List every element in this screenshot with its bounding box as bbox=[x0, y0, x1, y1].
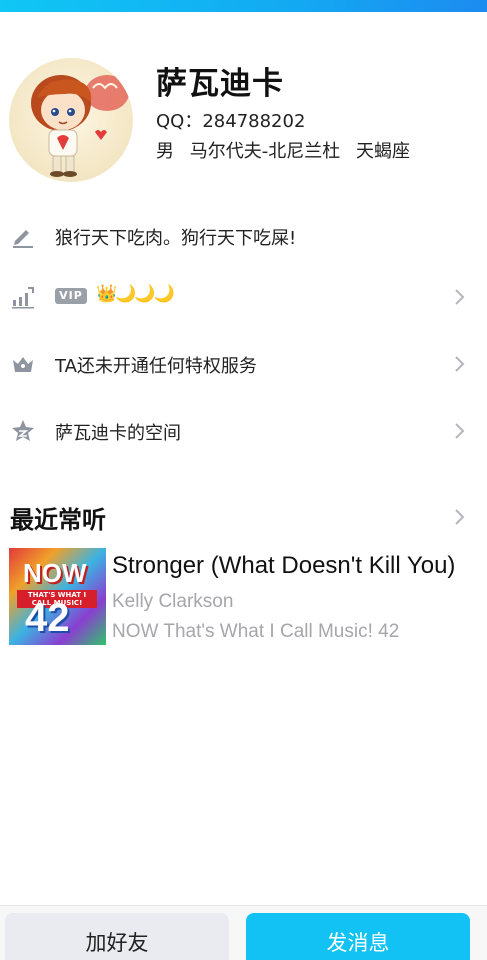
level-row[interactable]: VIP 👑🌙🌙🌙 bbox=[0, 272, 487, 322]
pencil-icon bbox=[13, 230, 33, 248]
avatar[interactable] bbox=[9, 58, 133, 182]
avatar-illustration bbox=[31, 75, 129, 177]
profile-info: 男 马尔代夫-北尼兰杜 天蝎座 bbox=[156, 137, 420, 163]
chevron-right-icon bbox=[455, 423, 465, 439]
moon-icon: 🌙 bbox=[134, 284, 155, 304]
recent-section-title: 最近常听 bbox=[10, 506, 106, 534]
qzone-row[interactable]: 萨瓦迪卡的空间 bbox=[0, 406, 487, 456]
chevron-right-icon bbox=[455, 289, 465, 305]
album-cover-number: 42 bbox=[25, 596, 70, 640]
album-cover-now: NOW bbox=[23, 558, 87, 588]
qq-number: QQ：284788202 bbox=[156, 107, 305, 133]
moon-icon: 🌙 bbox=[153, 284, 175, 304]
gender: 男 bbox=[156, 141, 174, 162]
song-album: NOW That's What I Call Music! 42 bbox=[112, 621, 400, 642]
profile-name: 萨瓦迪卡 bbox=[156, 66, 284, 102]
zodiac: 天蝎座 bbox=[355, 141, 410, 162]
song-artist: Kelly Clarkson bbox=[112, 591, 234, 612]
chevron-right-icon[interactable] bbox=[453, 506, 467, 528]
qq-label: QQ： bbox=[156, 111, 203, 132]
qq-value: 284788202 bbox=[202, 111, 306, 132]
location: 马尔代夫-北尼兰杜 bbox=[189, 141, 341, 162]
chevron-right-icon bbox=[455, 356, 465, 372]
signature-text: 狼行天下吃肉。狗行天下吃屎! bbox=[55, 228, 297, 249]
qzone-text: 萨瓦迪卡的空间 bbox=[55, 423, 181, 444]
top-status-bar bbox=[0, 0, 487, 12]
send-message-button[interactable]: 发消息 bbox=[246, 913, 470, 960]
crown-icon: 👑 bbox=[96, 284, 117, 304]
level-chart-icon bbox=[12, 287, 34, 309]
level-icons: 👑🌙🌙🌙 bbox=[96, 284, 175, 304]
signature-row: 狼行天下吃肉。狗行天下吃屎! bbox=[0, 211, 487, 261]
vip-badge: VIP bbox=[55, 288, 87, 304]
privilege-text: TA还未开通任何特权服务 bbox=[55, 356, 257, 377]
privilege-crown-icon bbox=[13, 357, 33, 372]
moon-icon: 🌙 bbox=[115, 284, 136, 304]
qzone-star-icon bbox=[12, 420, 34, 441]
album-cover[interactable]: NOW THAT'S WHAT I CALL MUSIC! 42 bbox=[9, 548, 106, 645]
add-friend-button[interactable]: 加好友 bbox=[5, 913, 229, 960]
privilege-row[interactable]: TA还未开通任何特权服务 bbox=[0, 339, 487, 389]
song-title[interactable]: Stronger (What Doesn't Kill You) bbox=[112, 552, 462, 580]
